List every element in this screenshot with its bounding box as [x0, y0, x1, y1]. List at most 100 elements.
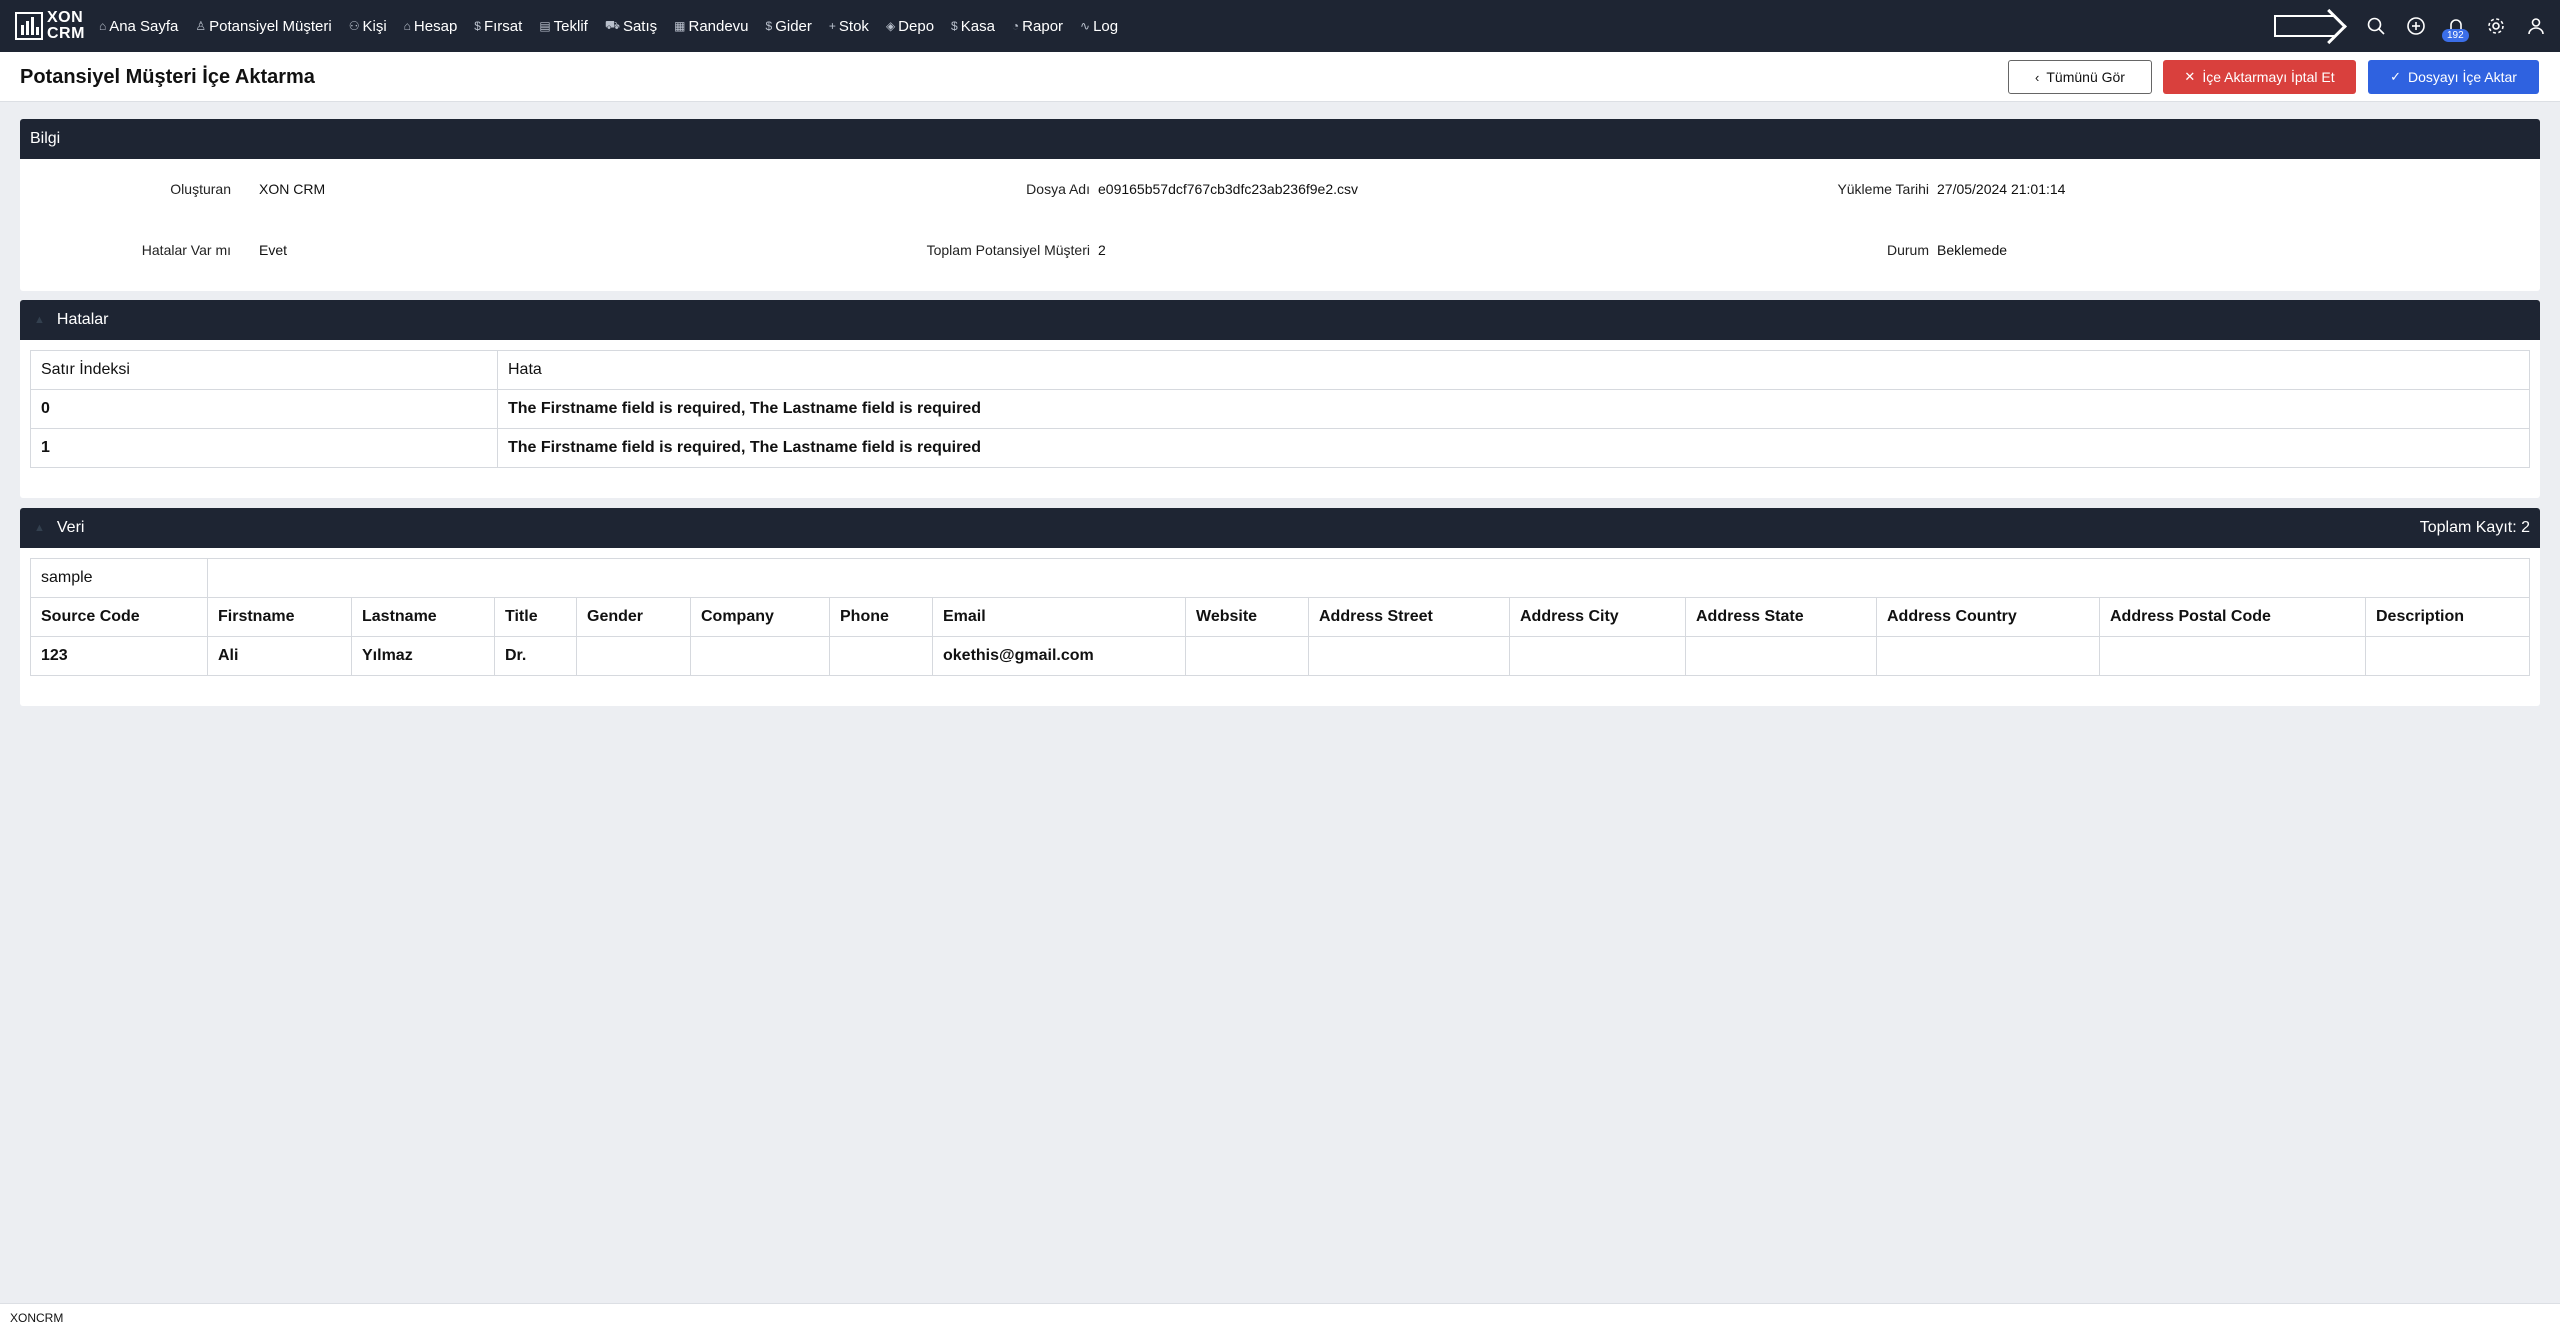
nav-item-log[interactable]: ∿ Log [1080, 18, 1118, 35]
nav-item-fırsat[interactable]: $ Fırsat [474, 18, 522, 35]
column-header: Firstname [207, 597, 352, 637]
nav-item-stok[interactable]: + Stok [829, 18, 869, 35]
arrow-box-icon[interactable] [2274, 15, 2334, 37]
logo-text-line1: XON [47, 9, 84, 26]
nav-item-label: Log [1093, 17, 1119, 35]
nav-item-gider[interactable]: $ Gider [766, 18, 812, 35]
nav-item-teklif[interactable]: ▤ Teklif [539, 18, 588, 35]
table-row: 0 The Firstname field is required, The La… [30, 389, 2530, 429]
total-leads-label: Toplam Potansiyel Müşteri [926, 242, 1090, 258]
table-header-row: Source Code Firstname Lastname Title Gender C… [30, 597, 2530, 637]
nav-item-label: Satış [622, 17, 658, 35]
column-header: Address Street [1308, 597, 1510, 637]
errors-card: ▲ Hatalar Satır İndeksi Hata 0 The Firstn… [20, 300, 2540, 498]
footer: XONCRM [0, 1303, 2560, 1331]
nav-item-label: Depo [898, 17, 935, 35]
nav-icon: ♙ [195, 19, 207, 33]
data-cell [2365, 636, 2530, 676]
column-header: Website [1185, 597, 1309, 637]
cancel-import-button[interactable]: ✕ İçe Aktarmayı İptal Et [2163, 60, 2356, 94]
column-header: Title [494, 597, 577, 637]
user-icon[interactable] [2524, 14, 2548, 38]
chevron-up-icon[interactable]: ▲ [34, 522, 45, 534]
page-header: Potansiyel Müşteri İçe Aktarma ‹ Tümünü … [0, 52, 2560, 102]
view-all-button[interactable]: ‹ Tümünü Gör [2008, 60, 2152, 94]
check-icon: ✓ [2390, 69, 2401, 84]
sheet-row: sample [30, 558, 2530, 598]
data-cell [1308, 636, 1510, 676]
nav-icon: $ [474, 19, 481, 33]
status-label: Durum [1886, 242, 1929, 258]
nav-item-label: Fırsat [483, 17, 523, 35]
page-title: Potansiyel Müşteri İçe Aktarma [20, 66, 315, 88]
table-header-row: Satır İndeksi Hata [30, 350, 2530, 390]
data-cell: Yılmaz [351, 636, 495, 676]
add-circle-icon[interactable] [2404, 14, 2428, 38]
data-cell [1876, 636, 2100, 676]
info-card-header: Bilgi [20, 119, 2540, 159]
nav-icon: ⛟ [604, 18, 620, 32]
nav-item-ana-sayfa[interactable]: ⌂ Ana Sayfa [99, 18, 178, 35]
data-cell: 123 [30, 636, 208, 676]
nav-icon: ▦ [674, 19, 686, 33]
cancel-import-label: İçe Aktarmayı İptal Et [2202, 69, 2335, 85]
column-header: Hata [497, 350, 2530, 390]
errors-card-title: Hatalar [56, 311, 109, 328]
logo-chart-icon [15, 12, 43, 40]
column-header: Address Postal Code [2099, 597, 2366, 637]
nav-icon: ⚇ [348, 19, 360, 33]
chevron-up-icon[interactable]: ▲ [34, 314, 45, 326]
data-cell [1685, 636, 1877, 676]
nav-item-depo[interactable]: ◈ Depo [886, 18, 934, 35]
row-index-cell: 0 [30, 389, 498, 429]
errors-card-header[interactable]: ▲ Hatalar [20, 300, 2540, 340]
column-header: Description [2365, 597, 2530, 637]
bell-icon[interactable]: 192 [2442, 14, 2469, 42]
data-cell: Ali [207, 636, 352, 676]
data-cell [1509, 636, 1686, 676]
table-row: 1 The Firstname field is required, The La… [30, 428, 2530, 468]
nav-item-randevu[interactable]: ▦ Randevu [674, 18, 748, 35]
logo-text-line2: CRM [47, 25, 85, 42]
file-name-label: Dosya Adı [1026, 181, 1090, 197]
search-icon[interactable] [2364, 14, 2388, 38]
data-card: ▲ Veri Toplam Kayıt: 2 sample Source Cod… [20, 508, 2540, 706]
nav-icon: $ [765, 19, 773, 33]
row-index-cell: 1 [30, 428, 498, 468]
created-by-value: XON CRM [259, 181, 326, 197]
nav-item-potansiyel-müşteri[interactable]: ♙ Potansiyel Müşteri [195, 18, 331, 35]
upload-date-label: Yükleme Tarihi [1837, 181, 1929, 197]
nav-icon: $ [951, 19, 958, 33]
chevron-left-icon: ‹ [2035, 69, 2040, 85]
file-name-value: e09165b57dcf767cb3dfc23ab236f9e2.csv [1098, 181, 1358, 197]
sheet-name: sample [30, 558, 208, 598]
column-header: Email [932, 597, 1186, 637]
status-value: Beklemede [1937, 242, 2008, 258]
nav-item-hesap[interactable]: ⌂ Hesap [404, 18, 458, 35]
errors-table: Satır İndeksi Hata 0 The Firstname field … [30, 350, 2530, 468]
created-by-label: Oluşturan [170, 181, 231, 197]
error-cell: The Firstname field is required, The Las… [497, 389, 2530, 429]
main-menu: ⌂ Ana Sayfa ♙ Potansiyel Müşteri ⚇ Kişi ⌂ Hesap… [99, 18, 1135, 35]
notification-badge: 192 [2442, 29, 2469, 42]
nav-item-label: Hesap [413, 17, 458, 35]
data-cell [690, 636, 830, 676]
column-header: Address Country [1876, 597, 2100, 637]
nav-item-rapor[interactable]: ◔ Rapor [1012, 18, 1063, 35]
gear-icon[interactable] [2484, 14, 2508, 38]
view-all-label: Tümünü Gör [2046, 69, 2125, 85]
logo[interactable]: XON CRM [15, 10, 85, 42]
column-header: Phone [829, 597, 933, 637]
nav-item-kasa[interactable]: $ Kasa [951, 18, 995, 35]
nav-icon: + [828, 19, 836, 33]
nav-item-satış[interactable]: ⛟ Satış [605, 18, 657, 35]
nav-item-kişi[interactable]: ⚇ Kişi [349, 18, 387, 35]
nav-item-label: Potansiyel Müşteri [209, 17, 332, 35]
data-card-header[interactable]: ▲ Veri Toplam Kayıt: 2 [20, 508, 2540, 548]
nav-icon: ⌂ [403, 19, 411, 33]
import-file-button[interactable]: ✓ Dosyayı İçe Aktar [2368, 60, 2539, 94]
upload-date-value: 27/05/2024 21:01:14 [1937, 181, 2066, 197]
data-cell [829, 636, 933, 676]
data-cell [576, 636, 691, 676]
nav-icon: ◈ [885, 19, 896, 33]
